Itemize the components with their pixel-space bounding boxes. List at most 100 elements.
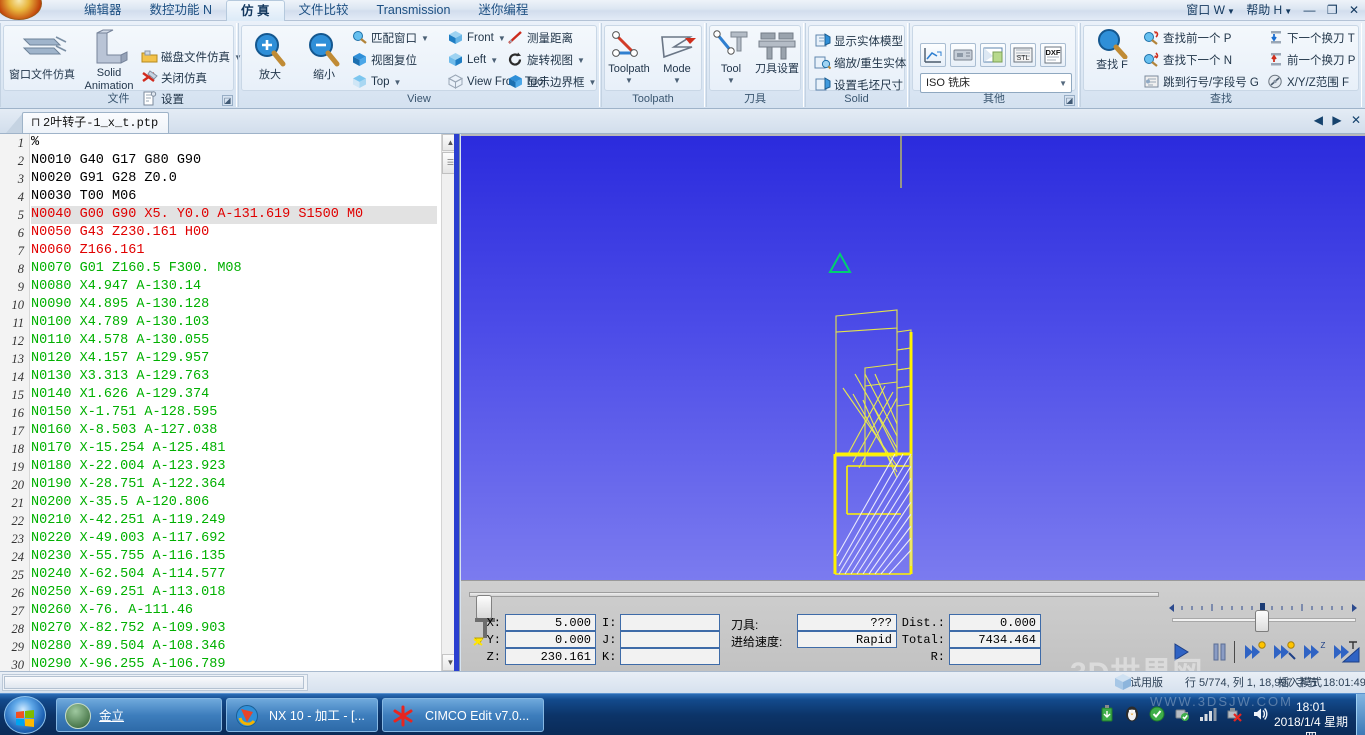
ribbon-item-rotate-view[interactable]: 旋转视图 ▼ bbox=[507, 50, 585, 70]
chevron-down-icon[interactable]: ▼ bbox=[577, 56, 585, 65]
ribbon-button-tool[interactable]: Tool ▼ bbox=[709, 29, 753, 87]
menu-tab-5[interactable]: 迷你编程 bbox=[464, 0, 542, 21]
code-line[interactable]: N0020 G91 G28 Z0.0 bbox=[31, 170, 437, 188]
simulation-speed-slider[interactable] bbox=[1172, 610, 1356, 632]
field-value-i[interactable] bbox=[620, 614, 720, 631]
code-line[interactable]: N0200 X-35.5 A-120.806 bbox=[31, 494, 437, 512]
menu-tab-1[interactable]: 数控功能 N bbox=[136, 0, 227, 21]
code-line[interactable]: N0110 X4.578 A-130.055 bbox=[31, 332, 437, 350]
taskbar-item-0[interactable]: 金立 bbox=[56, 698, 222, 732]
document-tab[interactable]: ⊓ 2叶转子-1_x_t.ptp bbox=[22, 112, 170, 133]
chevron-down-icon[interactable]: ▼ bbox=[1284, 7, 1292, 16]
ribbon-item-top-view[interactable]: Top ▼ bbox=[351, 72, 401, 92]
step-block-button[interactable] bbox=[1242, 640, 1268, 664]
window-menu[interactable]: 窗口 W bbox=[1186, 3, 1225, 17]
ribbon-item-reset-view[interactable]: 视图复位 bbox=[351, 50, 417, 70]
code-line[interactable]: N0160 X-8.503 A-127.038 bbox=[31, 422, 437, 440]
code-line[interactable]: N0040 G00 G90 X5. Y0.0 A-131.619 S1500 M… bbox=[31, 206, 437, 224]
menu-tab-2[interactable]: 仿 真 bbox=[226, 0, 285, 21]
chevron-down-icon[interactable]: ▼ bbox=[589, 78, 597, 87]
minimize-button[interactable]: — bbox=[1303, 3, 1315, 17]
shield-green-icon[interactable] bbox=[1149, 705, 1165, 726]
chevron-down-icon[interactable]: ▼ bbox=[709, 75, 753, 87]
ribbon-button-find[interactable]: 查找 F bbox=[1085, 29, 1139, 71]
field-value-r[interactable] bbox=[949, 648, 1041, 665]
restore-button[interactable]: ❐ bbox=[1327, 3, 1338, 17]
chevron-down-icon[interactable]: ▼ bbox=[604, 75, 654, 87]
field-value-j[interactable] bbox=[620, 631, 720, 648]
step-z-button[interactable]: Z bbox=[1302, 640, 1328, 664]
close-button[interactable]: ✕ bbox=[1349, 3, 1359, 17]
ribbon-button-zoom-out[interactable]: 缩小 bbox=[297, 31, 351, 81]
program-position-slider[interactable] bbox=[469, 592, 1159, 619]
code-line[interactable]: N0010 G40 G17 G80 G90 bbox=[31, 152, 437, 170]
machine-icon[interactable] bbox=[950, 43, 976, 67]
dialog-launcher-icon[interactable]: ◪ bbox=[222, 95, 233, 106]
dialog-launcher-icon[interactable]: ◪ bbox=[1064, 95, 1075, 106]
code-line[interactable]: N0120 X4.157 A-129.957 bbox=[31, 350, 437, 368]
code-line[interactable]: N0150 X-1.751 A-128.595 bbox=[31, 404, 437, 422]
taskbar-clock[interactable]: 18:01 2018/1/4 星期四 bbox=[1269, 700, 1353, 735]
editor-horizontal-scrollbar[interactable] bbox=[2, 674, 308, 691]
field-value-z[interactable]: 230.161 bbox=[505, 648, 596, 665]
ribbon-item-close-sim[interactable]: 关闭仿真 bbox=[141, 68, 207, 88]
code-line[interactable]: N0210 X-42.251 A-119.249 bbox=[31, 512, 437, 530]
chevron-down-icon[interactable]: ▼ bbox=[652, 75, 702, 87]
start-button[interactable] bbox=[4, 696, 46, 734]
ribbon-item-show-solid-model[interactable]: 显示实体模型 bbox=[814, 31, 903, 51]
code-line[interactable]: N0170 X-15.254 A-125.481 bbox=[31, 440, 437, 458]
chevron-down-icon[interactable]: ▼ bbox=[421, 34, 429, 43]
code-line[interactable]: N0090 X4.895 A-130.128 bbox=[31, 296, 437, 314]
ribbon-item-show-bounding-box[interactable]: 显示边界框 ▼ bbox=[507, 72, 596, 92]
code-text-area[interactable]: % N0010 G40 G17 G80 G90 N0020 G91 G28 Z0.0… bbox=[31, 134, 437, 671]
help-menu[interactable]: 帮助 H bbox=[1246, 3, 1282, 17]
chevron-down-icon[interactable]: ▼ bbox=[490, 56, 498, 65]
field-value-feedrate[interactable]: Rapid bbox=[797, 631, 897, 648]
ribbon-item-xyz-range[interactable]: X/Y/Z范围 F bbox=[1267, 72, 1349, 92]
ribbon-button-toolpath[interactable]: Toolpath ▼ bbox=[604, 29, 654, 87]
ribbon-item-goto-line[interactable]: 跳到行号/字段号 G bbox=[1143, 72, 1259, 92]
code-line[interactable]: N0230 X-55.755 A-116.135 bbox=[31, 548, 437, 566]
menu-tab-3[interactable]: 文件比较 bbox=[285, 0, 363, 21]
code-line[interactable]: N0140 X1.626 A-129.374 bbox=[31, 386, 437, 404]
graph-icon[interactable] bbox=[920, 43, 946, 67]
stop-button[interactable] bbox=[1340, 645, 1362, 668]
code-line[interactable]: N0070 G01 Z160.5 F300. M08 bbox=[31, 260, 437, 278]
hscroll-thumb[interactable] bbox=[4, 676, 304, 689]
network-error-icon[interactable] bbox=[1226, 705, 1243, 726]
ribbon-button-window-file-sim[interactable]: 窗口文件仿真 bbox=[7, 31, 77, 81]
qq-penguin-icon[interactable] bbox=[1124, 705, 1140, 726]
code-line[interactable]: N0030 T00 M06 bbox=[31, 188, 437, 206]
tab-next-button[interactable]: ▶ bbox=[1332, 113, 1341, 127]
simulation-speed-thumb[interactable] bbox=[1255, 610, 1269, 632]
code-line[interactable]: N0130 X3.313 A-129.763 bbox=[31, 368, 437, 386]
code-line[interactable]: N0080 X4.947 A-130.14 bbox=[31, 278, 437, 296]
chevron-down-icon[interactable]: ▼ bbox=[394, 78, 402, 87]
usb-icon[interactable] bbox=[1099, 704, 1115, 726]
chevron-down-icon[interactable]: ▼ bbox=[1059, 74, 1067, 93]
code-line[interactable]: N0250 X-69.251 A-113.018 bbox=[31, 584, 437, 602]
code-line[interactable]: N0240 X-62.504 A-114.577 bbox=[31, 566, 437, 584]
field-value-tool[interactable]: ??? bbox=[797, 614, 897, 631]
chevron-down-icon[interactable]: ▼ bbox=[498, 34, 506, 43]
ribbon-item-measure-distance[interactable]: 测量距离 bbox=[507, 28, 573, 48]
code-line[interactable]: N0280 X-89.504 A-108.346 bbox=[31, 638, 437, 656]
ribbon-button-tool-settings[interactable]: 刀具设置 bbox=[751, 29, 803, 75]
field-value-dist[interactable]: 0.000 bbox=[949, 614, 1041, 631]
ribbon-button-zoom-in[interactable]: 放大 bbox=[243, 31, 297, 81]
ribbon-item-front-view[interactable]: Front ▼ bbox=[447, 28, 506, 48]
taskbar-item-1[interactable]: NX 10 - 加工 - [... bbox=[226, 698, 378, 732]
ribbon-item-prev-toolchange[interactable]: 前一个换刀 P bbox=[1267, 50, 1355, 70]
machine-type-combo[interactable]: ISO 铣床 ▼ bbox=[920, 73, 1072, 93]
code-line[interactable]: N0220 X-49.003 A-117.692 bbox=[31, 530, 437, 548]
show-desktop-button[interactable] bbox=[1356, 694, 1365, 735]
dxf-icon[interactable]: DXF bbox=[1040, 43, 1066, 67]
code-line[interactable]: N0180 X-22.004 A-123.923 bbox=[31, 458, 437, 476]
code-line[interactable]: N0060 Z166.161 bbox=[31, 242, 437, 260]
window-split-icon[interactable] bbox=[980, 43, 1006, 67]
ribbon-item-next-toolchange[interactable]: 下一个换刀 T bbox=[1267, 28, 1355, 48]
code-line[interactable]: N0270 X-82.752 A-109.903 bbox=[31, 620, 437, 638]
field-value-k[interactable] bbox=[620, 648, 720, 665]
code-line[interactable]: N0290 X-96.255 A-106.789 bbox=[31, 656, 437, 671]
chevron-down-icon[interactable]: ▼ bbox=[1227, 7, 1235, 16]
